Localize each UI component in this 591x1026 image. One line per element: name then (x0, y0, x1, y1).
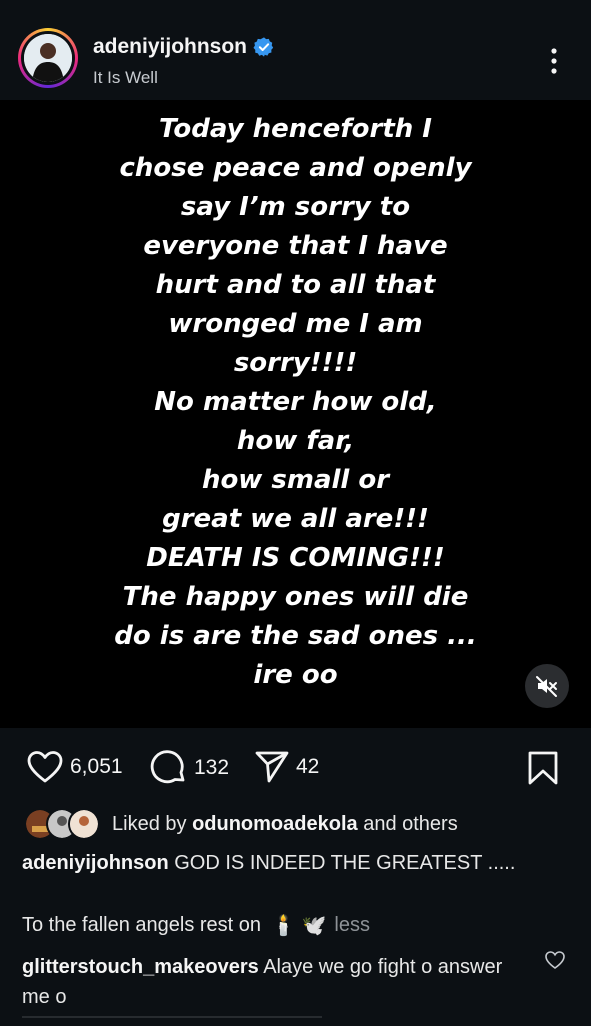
comment-username[interactable]: glitterstouch_makeovers (22, 956, 259, 978)
share-action[interactable]: 42 (254, 750, 319, 784)
paper-plane-icon[interactable] (254, 750, 290, 784)
caption-text: GOD IS INDEED THE GREATEST ..... (174, 852, 516, 874)
share-count[interactable]: 42 (296, 755, 319, 779)
post-header: adeniyijohnson It Is Well (0, 0, 591, 100)
comment-item: glitterstouch_makeovers Alaye we go figh… (22, 952, 522, 1012)
like-count[interactable]: 6,051 (70, 755, 123, 779)
like-action[interactable]: 6,051 (26, 750, 123, 784)
avatar[interactable] (24, 34, 72, 82)
mute-button[interactable] (525, 664, 569, 708)
less-link[interactable]: less (334, 914, 370, 937)
liked-by-text: Liked by odunomoadekola and others (112, 812, 458, 835)
caption-line-2: To the fallen angels rest on 🕯️ 🕊️ less (22, 913, 572, 938)
bookmark-icon[interactable] (526, 750, 560, 786)
post-media[interactable]: Today henceforth I chose peace and openl… (0, 100, 591, 728)
action-bar: 6,051 132 42 (0, 738, 591, 794)
next-comment-peek (22, 1016, 322, 1026)
caption-line2-text: To the fallen angels rest on (22, 914, 262, 936)
more-vertical-icon[interactable] (545, 46, 563, 76)
comment-heart-icon[interactable] (544, 950, 566, 970)
audio-subtitle[interactable]: It Is Well (93, 68, 158, 88)
username[interactable]: adeniyijohnson (93, 35, 247, 59)
heart-outline-icon[interactable] (26, 750, 64, 784)
comment-action[interactable]: 132 (150, 750, 229, 786)
caption-emojis: 🕯️ 🕊️ (271, 915, 327, 937)
comment-count[interactable]: 132 (194, 756, 229, 780)
caption: adeniyijohnson GOD IS INDEED THE GREATES… (22, 852, 572, 875)
caption-username[interactable]: adeniyijohnson (22, 852, 169, 874)
liker-avatar (68, 808, 100, 840)
story-ring[interactable] (18, 28, 78, 88)
liked-by-row[interactable]: Liked by odunomoadekola and others (24, 808, 458, 840)
media-text: Today henceforth I chose peace and openl… (114, 114, 477, 690)
verified-badge-icon (253, 37, 274, 57)
liker-username[interactable]: odunomoadekola (192, 813, 358, 835)
speaker-muted-icon (536, 676, 557, 697)
avatar-photo (24, 34, 72, 82)
comment-bubble-icon[interactable] (150, 750, 188, 786)
